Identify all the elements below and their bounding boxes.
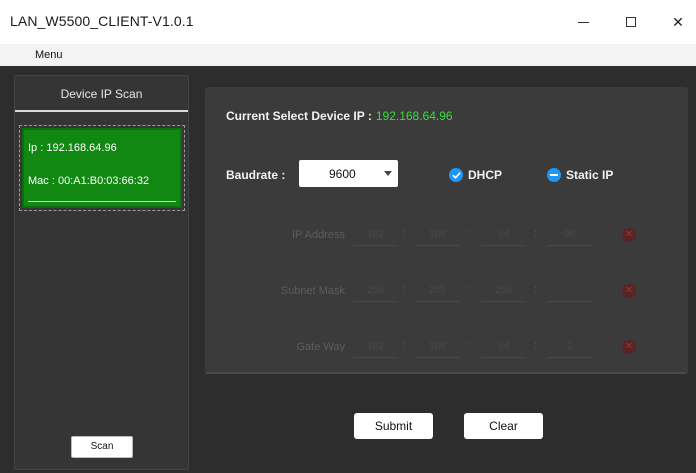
close-button[interactable]: ✕ — [655, 0, 696, 44]
device-scan-panel: Device IP Scan Ip : 192.168.64.96 Mac : … — [14, 75, 189, 470]
current-device-ip: Current Select Device IP :192.168.64.96 — [226, 109, 453, 123]
minus-icon — [547, 168, 561, 182]
close-icon: ✕ — [672, 13, 684, 30]
error-icon: ✕ — [622, 340, 636, 354]
octet-separator: : — [402, 228, 406, 240]
device-list-item[interactable]: Ip : 192.168.64.96 Mac : 00:A1:B0:03:66:… — [22, 128, 182, 208]
ip-address-label: IP Address — [292, 229, 345, 241]
gateway-octet-3[interactable]: 64 — [481, 336, 526, 358]
clear-button[interactable]: Clear — [464, 413, 543, 439]
subnet-octet-1[interactable]: 255 — [353, 280, 398, 302]
gateway-row: Gate Way 192 : 168 : 64 : 1 ✕ — [205, 336, 688, 360]
error-icon: ✕ — [622, 284, 636, 298]
subnet-mask-row: Subnet Mask 255 : 255 : 255 : ✕ — [205, 280, 688, 304]
ip-octet-1[interactable]: 192 — [353, 224, 398, 246]
current-ip-label: Current Select Device IP : — [226, 109, 372, 123]
dhcp-label: DHCP — [468, 168, 503, 182]
gateway-octet-4[interactable]: 1 — [547, 336, 592, 358]
device-mac: Mac : 00:A1:B0:03:66:32 — [28, 175, 150, 187]
title-bar: LAN_W5500_CLIENT-V1.0.1 ✕ — [0, 0, 696, 44]
menu-bar: Menu — [0, 44, 696, 66]
baudrate-select[interactable]: 9600 — [299, 160, 398, 187]
device-config-panel: Current Select Device IP :192.168.64.96 … — [205, 87, 688, 374]
gateway-octet-1[interactable]: 192 — [353, 336, 398, 358]
subnet-octet-2[interactable]: 255 — [415, 280, 460, 302]
subnet-octet-4[interactable] — [547, 280, 592, 302]
octet-separator: : — [402, 284, 406, 296]
gateway-label: Gate Way — [296, 341, 346, 353]
baudrate-value: 9600 — [329, 167, 356, 181]
ip-octet-2[interactable]: 168 — [415, 224, 460, 246]
octet-separator: : — [402, 340, 406, 352]
device-scan-tab[interactable]: Device IP Scan — [15, 76, 188, 112]
static-ip-radio[interactable]: Static IP — [547, 168, 613, 182]
minimize-icon — [577, 21, 589, 23]
octet-separator: : — [534, 228, 538, 240]
menu-item-menu[interactable]: Menu — [35, 49, 63, 61]
octet-separator: : — [534, 284, 538, 296]
device-ip: Ip : 192.168.64.96 — [28, 142, 117, 154]
static-ip-label: Static IP — [566, 168, 614, 182]
submit-button[interactable]: Submit — [354, 413, 433, 439]
error-icon: ✕ — [622, 228, 636, 242]
device-list: Ip : 192.168.64.96 Mac : 00:A1:B0:03:66:… — [19, 125, 185, 211]
subnet-octet-3[interactable]: 255 — [481, 280, 526, 302]
maximize-icon — [626, 17, 636, 27]
chevron-down-icon — [384, 171, 392, 176]
dhcp-radio[interactable]: DHCP — [449, 168, 502, 182]
minimize-button[interactable] — [560, 0, 606, 44]
octet-separator: : — [468, 228, 472, 240]
subnet-mask-label: Subnet Mask — [280, 285, 345, 297]
ip-octet-3[interactable]: 64 — [481, 224, 526, 246]
octet-separator: : — [534, 340, 538, 352]
maximize-button[interactable] — [608, 0, 654, 44]
ip-address-row: IP Address 192 : 168 : 64 : 96 ✕ — [205, 224, 688, 248]
gateway-octet-2[interactable]: 168 — [415, 336, 460, 358]
octet-separator: : — [468, 284, 472, 296]
checkmark-icon — [449, 168, 463, 182]
current-ip-value: 192.168.64.96 — [375, 109, 453, 123]
octet-separator: : — [468, 340, 472, 352]
scan-button[interactable]: Scan — [71, 436, 133, 458]
baudrate-label: Baudrate : — [226, 168, 286, 182]
device-scan-title: Device IP Scan — [60, 87, 143, 101]
window-title: LAN_W5500_CLIENT-V1.0.1 — [10, 13, 194, 29]
device-divider — [28, 201, 176, 202]
ip-octet-4[interactable]: 96 — [547, 224, 592, 246]
tab-underline — [15, 110, 188, 112]
